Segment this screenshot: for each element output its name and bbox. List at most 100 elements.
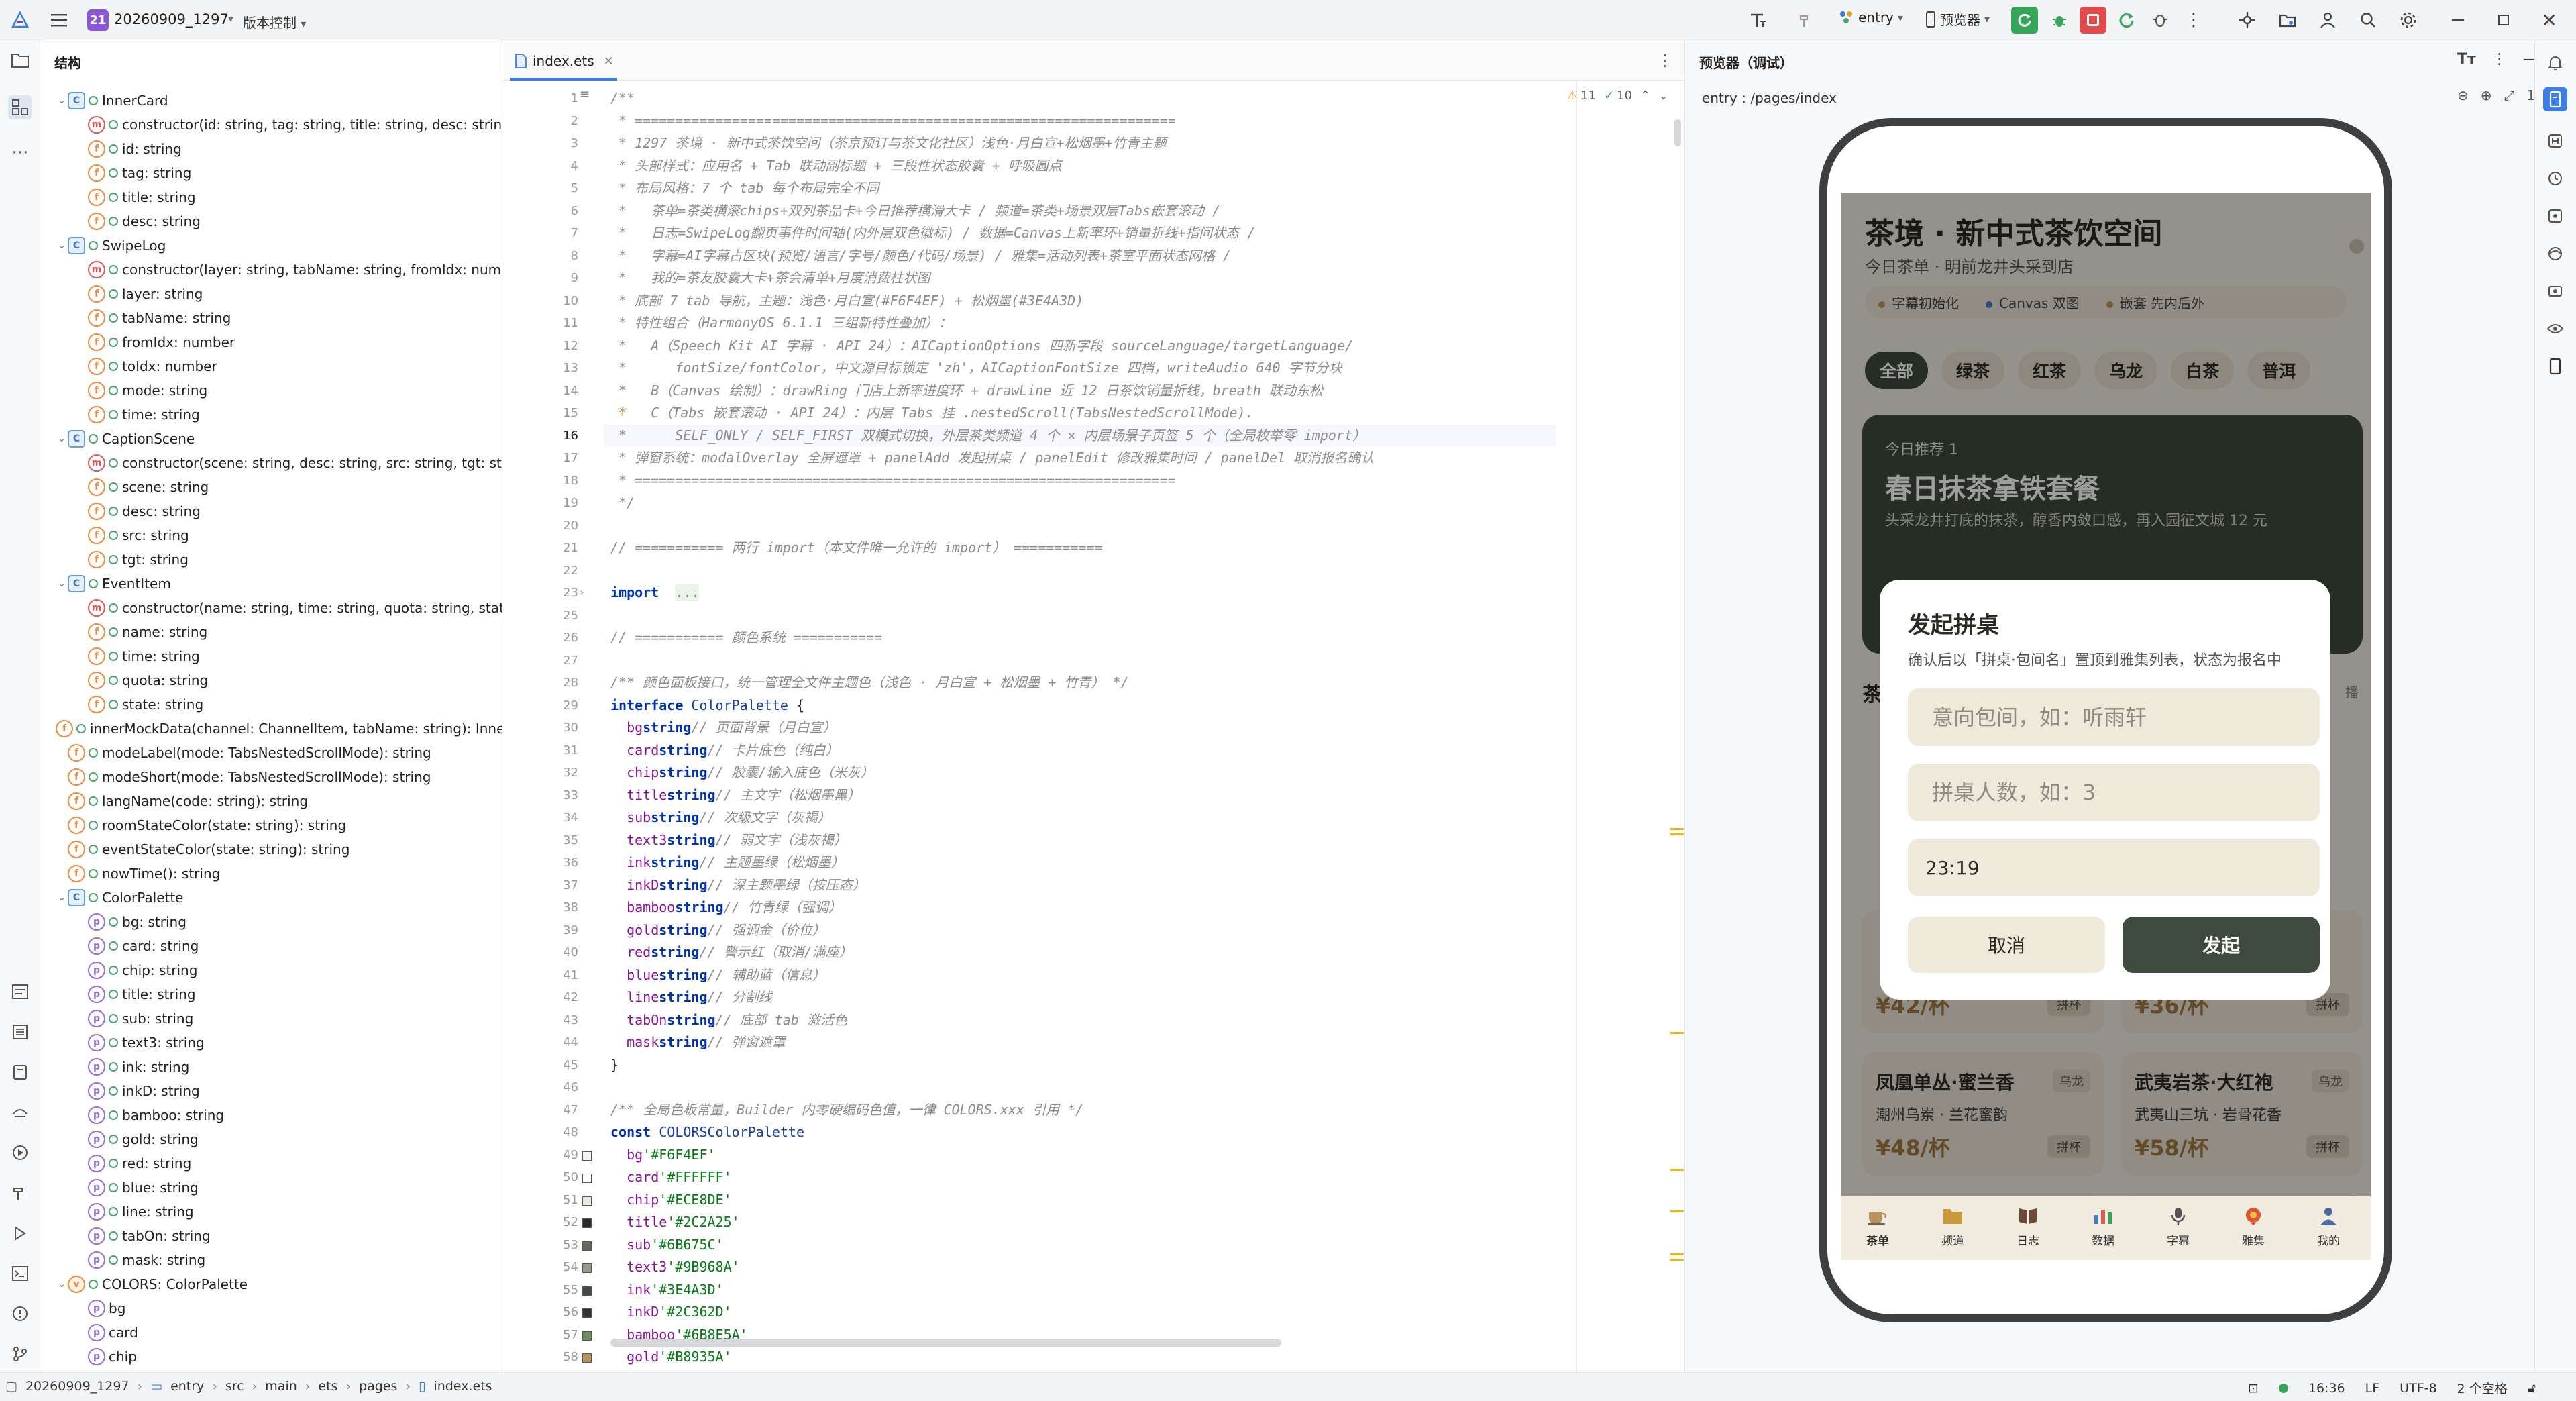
tree-item[interactable]: f src: string	[41, 523, 497, 548]
breadcrumb-item[interactable]: 20260909_1297	[25, 1379, 129, 1394]
error-stripe-mark[interactable]	[1670, 1259, 1684, 1261]
breadcrumb-item[interactable]: index.ets	[433, 1379, 492, 1394]
error-stripe-mark[interactable]	[1670, 1210, 1684, 1212]
profiler-tool-icon[interactable]	[2543, 279, 2567, 303]
code-line[interactable]: * 头部样式：应用名 + Tab 联动副标题 + 三段性状态胶囊 + 呼吸圆点	[610, 155, 1062, 177]
zoom-in-icon[interactable]: ⊕	[2481, 87, 2492, 103]
tree-item[interactable]: f title: string	[41, 185, 497, 209]
bottom-tab-3[interactable]: 日志	[1998, 1200, 2058, 1248]
chevron-down-icon[interactable]: ⌄	[56, 578, 68, 589]
code-line[interactable]: * 弹窗系统：modalOverlay 全屏遮罩 + panelAdd 发起拼桌…	[610, 447, 1374, 469]
time-input[interactable]	[1908, 839, 2320, 896]
notifications-bell-icon[interactable]	[2543, 51, 2567, 75]
tree-item[interactable]: f scene: string	[41, 475, 497, 499]
code-line[interactable]: * 茶单=茶类横滚chips+双列茶品卡+今日推荐横滑大卡 / 频道=茶类+场景…	[610, 200, 1220, 222]
inspection-widget[interactable]: ⚠ 11 ✓ 10 ⌃ ⌄	[1567, 89, 1668, 103]
tree-item[interactable]: f time: string	[41, 644, 497, 668]
party-size-input[interactable]	[1908, 764, 2320, 821]
close-tab-icon[interactable]: ✕	[604, 54, 614, 68]
tree-item[interactable]: f modeLabel(mode: TabsNestedScrollMode): …	[41, 741, 497, 765]
tree-item[interactable]: ⌄ C CaptionScene	[41, 427, 497, 451]
code-line[interactable]: const COLORSColorPalette	[610, 1121, 804, 1143]
services-icon[interactable]	[8, 1100, 32, 1125]
chevron-down-icon[interactable]: ⌄	[56, 433, 68, 444]
tree-item[interactable]: f fromIdx: number	[41, 330, 497, 354]
tree-item[interactable]: p chip	[41, 1345, 497, 1369]
code-line[interactable]: bg'#F6F4EF'	[610, 1144, 715, 1166]
code-line[interactable]: * 我的=茶友胶囊大卡+茶会清单+月度消费柱状图	[610, 267, 930, 289]
run-services-icon[interactable]	[8, 1141, 32, 1165]
previewer-more-icon[interactable]: ⋮	[2492, 51, 2507, 68]
project-dropdown-icon[interactable]: ▾	[228, 12, 233, 25]
editor-more-icon[interactable]: ⋮	[1657, 51, 1673, 70]
breadcrumb-item[interactable]: pages	[359, 1379, 397, 1394]
chevron-down-icon[interactable]: ⌄	[56, 1279, 68, 1290]
tree-item[interactable]: f roomStateColor(state: string): string	[41, 813, 497, 837]
code-line[interactable]: // =========== 两行 import（本文件唯一允许的 import…	[610, 537, 1103, 559]
tree-item[interactable]: p bg	[41, 1296, 497, 1320]
tree-item[interactable]: p sub: string	[41, 1006, 497, 1031]
color-swatch[interactable]	[582, 1286, 592, 1296]
code-line[interactable]: ink'#3E4A3D'	[610, 1279, 724, 1301]
search-icon[interactable]	[2355, 7, 2381, 34]
code-line[interactable]: * 特性组合（HarmonyOS 6.1.1 三组新特性叠加）：	[610, 312, 952, 334]
harmony-icon[interactable]	[2543, 129, 2567, 153]
tree-item[interactable]: p bamboo: string	[41, 1103, 497, 1127]
code-line[interactable]: * 底部 7 tab 导航，主题：浅色·月白宣(#F6F4EF) + 松烟墨(#…	[610, 290, 1083, 312]
project-badge[interactable]: 21	[87, 9, 109, 31]
tree-item[interactable]: f modeShort(mode: TabsNestedScrollMode): …	[41, 765, 497, 789]
tree-item[interactable]: p card: string	[41, 934, 497, 958]
code-line[interactable]: /** 全局色板常量，Builder 内零硬编码色值，一律 COLORS.xxx…	[610, 1099, 1083, 1121]
cursor-position[interactable]: 16:36	[2308, 1381, 2345, 1396]
code-line[interactable]: card'#FFFFFF'	[610, 1166, 732, 1188]
eye-icon[interactable]	[2543, 317, 2567, 341]
code-line[interactable]: * SELF_ONLY / SELF_FIRST 双模式切换，外层茶类频道 4 …	[604, 424, 1556, 447]
tree-item[interactable]: p inkD: string	[41, 1079, 497, 1103]
tree-item[interactable]: m constructor(id: string, tag: string, ti…	[41, 113, 502, 137]
color-swatch[interactable]	[582, 1241, 592, 1251]
code-line[interactable]: sub'#6B675C'	[610, 1234, 724, 1256]
color-swatch[interactable]	[582, 1151, 592, 1161]
error-stripe-mark[interactable]	[1670, 1169, 1684, 1171]
tree-item[interactable]: f layer: string	[41, 282, 497, 306]
tree-item[interactable]: ⌄ C SwipeLog	[41, 234, 497, 258]
breadcrumb-item[interactable]: entry	[170, 1379, 204, 1394]
project-folder-icon[interactable]	[8, 48, 32, 72]
version-control-menu[interactable]: 版本控制 ▾	[243, 12, 306, 32]
color-swatch[interactable]	[582, 1218, 592, 1228]
tree-item[interactable]: p gold: string	[41, 1127, 497, 1151]
fit-screen-icon[interactable]: ⤢	[2504, 87, 2515, 103]
lock-icon[interactable]: ⊡	[2248, 1381, 2259, 1396]
chevron-down-icon[interactable]: ⌄	[56, 892, 68, 903]
error-stripe-mark[interactable]	[1670, 1253, 1684, 1255]
editor-tab-index-ets[interactable]: index.ets ✕	[514, 48, 614, 74]
bottom-tab-2[interactable]: 频道	[1923, 1200, 1983, 1248]
error-stripe-mark[interactable]	[1670, 828, 1684, 830]
tree-item[interactable]: p bg: string	[41, 910, 497, 934]
tree-item[interactable]: f nowTime(): string	[41, 862, 497, 886]
color-swatch[interactable]	[582, 1353, 592, 1363]
tree-item[interactable]: f state: string	[41, 692, 497, 717]
tree-item[interactable]: f time: string	[41, 403, 497, 427]
code-line[interactable]: * C（Tabs 嵌套滚动 · API 24）：内层 Tabs 挂 .neste…	[610, 402, 1254, 424]
code-line[interactable]: * A（Speech Kit AI 字幕 · API 24）：AICaption…	[610, 335, 1353, 357]
code-line[interactable]: inkD'#2C362D'	[610, 1301, 732, 1323]
editor-vertical-scrollbar[interactable]	[1674, 119, 1681, 146]
close-window-button[interactable]: ✕	[2536, 7, 2563, 34]
chevron-up-icon[interactable]: ⌃	[1640, 89, 1650, 103]
code-line[interactable]: /** 颜色面板接口，统一管理全文件主题色（浅色 · 月白宣 + 松烟墨 + 竹…	[610, 672, 1129, 694]
color-swatch[interactable]	[582, 1308, 592, 1318]
error-stripe-mark[interactable]	[1670, 833, 1684, 835]
chevron-down-icon[interactable]: ⌄	[56, 95, 68, 106]
code-line[interactable]: titlestring// 主文字（松烟墨黑）	[610, 784, 861, 807]
file-encoding[interactable]: UTF-8	[2400, 1381, 2436, 1396]
bottom-tab-7[interactable]: 我的	[2298, 1200, 2359, 1248]
tree-item[interactable]: m constructor(name: string, time: string,…	[41, 596, 502, 620]
tree-item[interactable]: f tgt: string	[41, 548, 497, 572]
code-line[interactable]: inkstring// 主题墨绿（松烟墨）	[610, 851, 845, 874]
project-name[interactable]: 20260909_1297	[114, 11, 229, 28]
editor-horizontal-scrollbar[interactable]	[610, 1339, 1281, 1347]
device-file-icon[interactable]	[2543, 204, 2567, 228]
code-line[interactable]: import ...	[610, 582, 700, 604]
room-name-input[interactable]	[1908, 688, 2320, 746]
